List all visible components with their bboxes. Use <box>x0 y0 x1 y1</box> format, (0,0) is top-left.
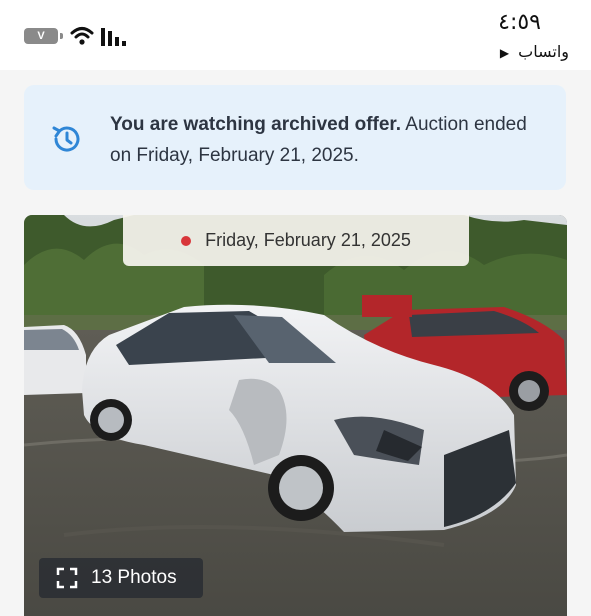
damaged-car-photo <box>24 215 567 616</box>
photos-count-label: 13 Photos <box>91 567 177 588</box>
vehicle-photo-gallery[interactable]: Friday, February 21, 2025 13 Photos <box>24 215 567 616</box>
clock: ٤:٥٩ <box>498 10 541 35</box>
back-to-app-link[interactable]: واتساب ▶ <box>500 42 569 61</box>
battery-icon: V <box>24 28 63 44</box>
back-app-label: واتساب <box>518 42 569 61</box>
archived-offer-title: You are watching archived offer. <box>110 114 402 135</box>
auction-date-label: Friday, February 21, 2025 <box>123 215 469 266</box>
archived-offer-banner: You are watching archived offer. Auction… <box>24 85 566 190</box>
battery-label: V <box>37 30 45 42</box>
view-photos-button[interactable]: 13 Photos <box>39 558 203 598</box>
history-icon <box>52 126 80 152</box>
triangle-right-icon: ▶ <box>499 46 510 60</box>
wifi-icon <box>70 27 94 45</box>
signal-icon <box>101 28 126 46</box>
status-bar: V ٤:٥٩ واتساب ▶ <box>0 0 591 70</box>
archived-offer-message: You are watching archived offer. Auction… <box>110 109 530 171</box>
red-dot-icon <box>181 235 192 246</box>
auction-date-text: Friday, February 21, 2025 <box>205 230 411 250</box>
expand-icon <box>56 567 78 589</box>
